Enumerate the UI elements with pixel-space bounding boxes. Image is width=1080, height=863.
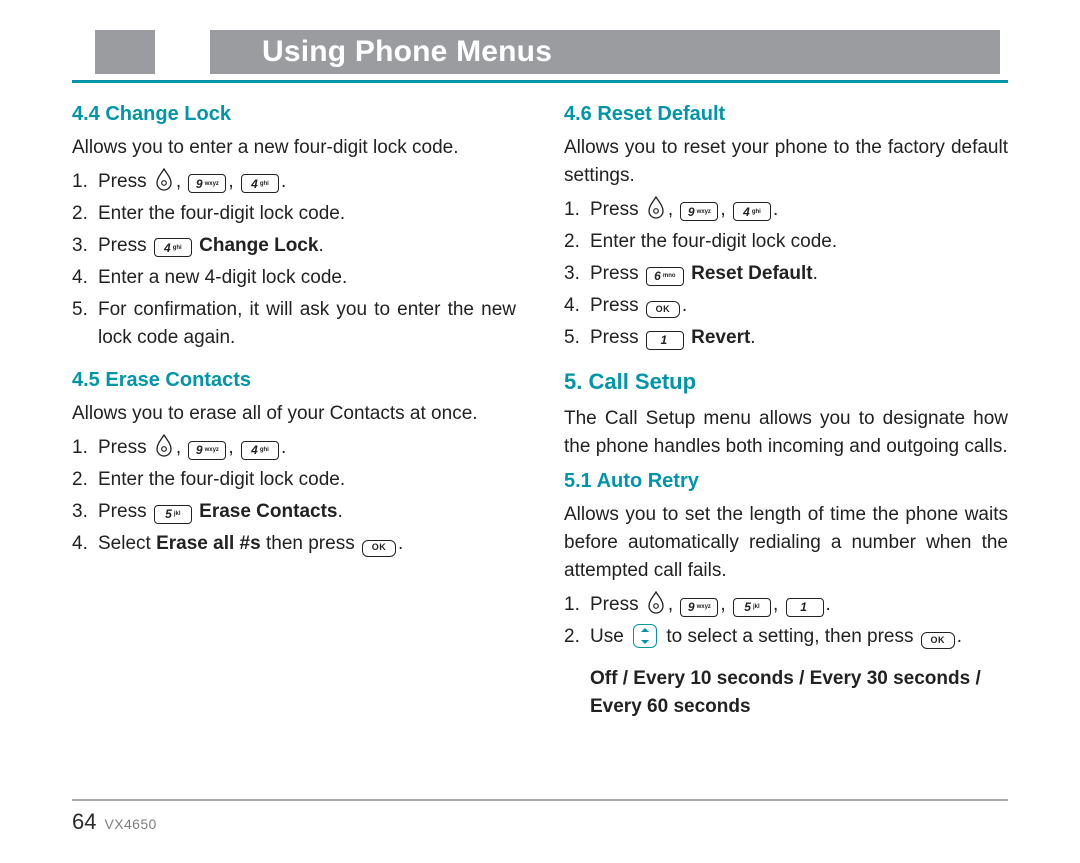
step: Press , 9wxyz, 4ghi. — [564, 196, 1008, 224]
step: Press , 9wxyz, 4ghi. — [72, 168, 516, 196]
menu-teardrop-icon — [155, 434, 173, 458]
menu-teardrop-icon — [155, 168, 173, 192]
step: Enter a new 4-digit lock code. — [72, 264, 516, 292]
page-header: Using Phone Menus — [0, 30, 1080, 74]
step: Press 1 Revert. — [564, 324, 1008, 352]
step: Select Erase all #s then press OK. — [72, 530, 516, 558]
menu-teardrop-icon — [647, 591, 665, 615]
step-bold: Revert — [691, 327, 750, 348]
key-1: 1 — [786, 598, 824, 617]
page-number: 64 — [72, 809, 96, 835]
step-bold: Erase all #s — [156, 533, 261, 554]
step: Press , 9wxyz, 5jkl, 1. — [564, 591, 1008, 619]
step: Press 5jkl Erase Contacts. — [72, 498, 516, 526]
steps-erase-contacts: Press , 9wxyz, 4ghi. Enter the four-digi… — [72, 434, 516, 558]
step: Enter the four-digit lock code. — [72, 466, 516, 494]
model-number: VX4650 — [104, 816, 156, 832]
blurb-erase-contacts: Allows you to erase all of your Contacts… — [72, 400, 516, 428]
top-rule — [72, 80, 1008, 83]
step-text: Press — [590, 594, 639, 615]
heading-erase-contacts: 4.5 Erase Contacts — [72, 366, 516, 396]
header-stub — [95, 30, 155, 74]
blurb-change-lock: Allows you to enter a new four-digit loc… — [72, 134, 516, 162]
key-4: 4ghi — [241, 174, 279, 193]
blurb-call-setup: The Call Setup menu allows you to design… — [564, 405, 1008, 461]
dpad-icon — [633, 624, 657, 648]
right-column: 4.6 Reset Default Allows you to reset yo… — [564, 98, 1008, 785]
step-text: then press — [266, 533, 355, 554]
step: Enter the four-digit lock code. — [564, 228, 1008, 256]
key-4: 4ghi — [733, 202, 771, 221]
steps-change-lock: Press , 9wxyz, 4ghi. Enter the four-digi… — [72, 168, 516, 353]
blurb-reset-default: Allows you to reset your phone to the fa… — [564, 134, 1008, 190]
heading-auto-retry: 5.1 Auto Retry — [564, 467, 1008, 497]
menu-teardrop-icon — [647, 196, 665, 220]
page-title: Using Phone Menus — [210, 30, 1000, 74]
key-9: 9wxyz — [188, 441, 226, 460]
step-text: Press — [590, 327, 639, 348]
bottom-rule — [72, 799, 1008, 801]
step-text: Use — [590, 626, 624, 647]
step-text: to select a setting, then press — [666, 626, 913, 647]
step-text: Press — [590, 295, 639, 316]
content-columns: 4.4 Change Lock Allows you to enter a ne… — [72, 98, 1008, 785]
step: Press , 9wxyz, 4ghi. — [72, 434, 516, 462]
step-text: Press — [590, 263, 639, 284]
left-column: 4.4 Change Lock Allows you to enter a ne… — [72, 98, 516, 785]
step-text: Select — [98, 533, 151, 554]
step: Enter the four-digit lock code. — [72, 200, 516, 228]
step: Press 6mno Reset Default. — [564, 260, 1008, 288]
step-text: Press — [98, 171, 147, 192]
key-4: 4ghi — [241, 441, 279, 460]
step-bold: Erase Contacts — [199, 501, 337, 522]
heading-change-lock: 4.4 Change Lock — [72, 100, 516, 130]
step: Press OK. — [564, 292, 1008, 320]
steps-reset-default: Press , 9wxyz, 4ghi. Enter the four-digi… — [564, 196, 1008, 353]
auto-retry-options: Off / Every 10 seconds / Every 30 second… — [590, 665, 1008, 721]
step: Press 4ghi Change Lock. — [72, 232, 516, 260]
key-6: 6mno — [646, 267, 684, 286]
steps-auto-retry: Press , 9wxyz, 5jkl, 1. Use to select a … — [564, 591, 1008, 651]
key-ok: OK — [362, 540, 396, 557]
footer: 64 VX4650 — [72, 809, 157, 835]
key-9: 9wxyz — [680, 202, 718, 221]
key-5: 5jkl — [733, 598, 771, 617]
step: For confirmation, it will ask you to ent… — [72, 296, 516, 352]
key-5: 5jkl — [154, 505, 192, 524]
manual-page: Using Phone Menus 4.4 Change Lock Allows… — [0, 0, 1080, 863]
heading-reset-default: 4.6 Reset Default — [564, 100, 1008, 130]
step-bold: Reset Default — [691, 263, 812, 284]
step-text: Press — [590, 199, 639, 220]
step-text: Press — [98, 501, 147, 522]
heading-call-setup: 5. Call Setup — [564, 366, 1008, 399]
key-1: 1 — [646, 331, 684, 350]
key-9: 9wxyz — [680, 598, 718, 617]
key-9: 9wxyz — [188, 174, 226, 193]
step-text: Press — [98, 235, 147, 256]
blurb-auto-retry: Allows you to set the length of time the… — [564, 501, 1008, 585]
step: Use to select a setting, then press OK. — [564, 623, 1008, 651]
key-4: 4ghi — [154, 238, 192, 257]
step-bold: Change Lock — [199, 235, 318, 256]
step-text: Press — [98, 437, 147, 458]
key-ok: OK — [646, 301, 680, 318]
key-ok: OK — [921, 632, 955, 649]
